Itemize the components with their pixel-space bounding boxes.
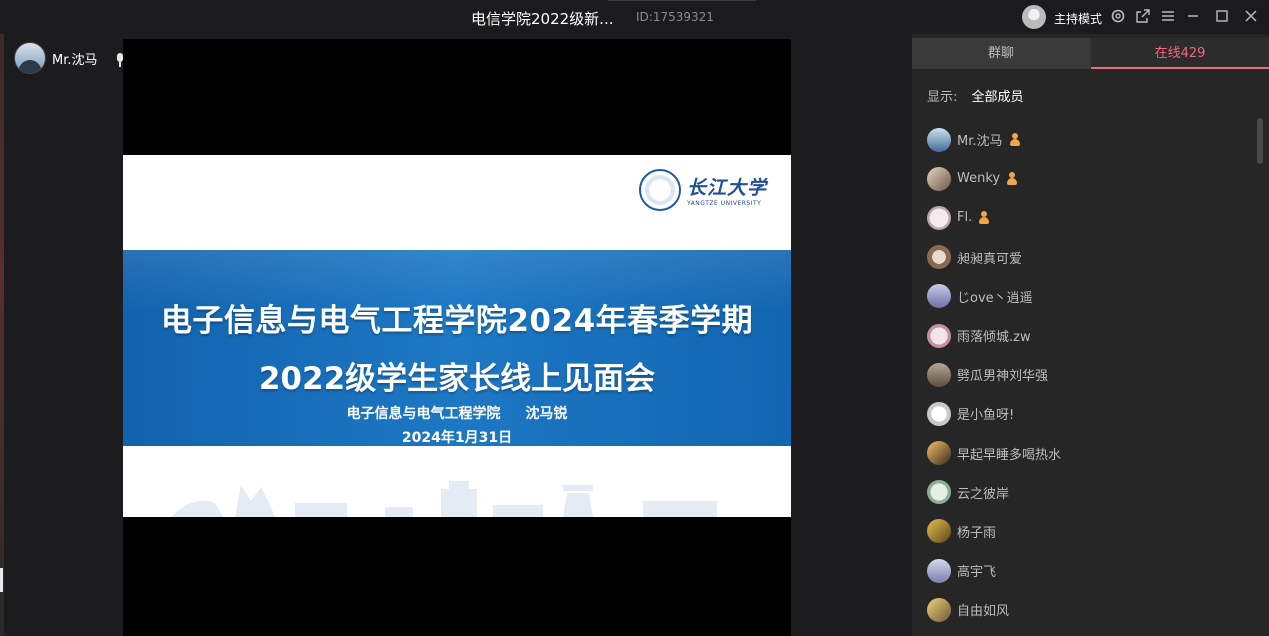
slide-date: 2024年1月31日	[401, 430, 513, 446]
filter-label: 显示:	[927, 90, 958, 105]
popout-icon[interactable]	[1134, 8, 1152, 26]
member-name: 杨子雨	[957, 525, 997, 541]
member-avatar	[927, 166, 951, 191]
member-filter: 显示: 全部成员	[927, 86, 1024, 105]
member-avatar	[927, 401, 951, 426]
presenter-department: 电子信息与电气工程学院	[346, 406, 501, 422]
member-avatar	[927, 323, 951, 348]
member-row[interactable]: 云之彼岸	[927, 473, 1247, 512]
member-avatar	[927, 441, 951, 466]
member-list-scrollbar[interactable]	[1257, 118, 1263, 164]
host-mode-label[interactable]: 主持模式	[1054, 10, 1102, 27]
window-title: 电信学院2022级新...	[471, 10, 614, 28]
slide-presenter: 电子信息与电气工程学院 沈马锐	[123, 403, 791, 423]
member-avatar	[927, 480, 951, 505]
member-avatar	[927, 284, 951, 309]
tab-online-members[interactable]: 在线429	[1091, 38, 1269, 69]
tab-group-chat[interactable]: 群聊	[912, 38, 1090, 69]
host-badge-icon	[978, 210, 990, 225]
member-name: 高宇飞	[957, 565, 997, 581]
member-row[interactable]: 劈瓜男神刘华强	[927, 355, 1247, 394]
member-row[interactable]: 早起早睡多喝热水	[927, 434, 1247, 473]
room-id: ID:17539321	[636, 10, 714, 24]
university-name-cn: 长江大学	[687, 177, 768, 199]
member-avatar	[927, 597, 951, 622]
member-name: 劈瓜男神刘华强	[957, 369, 1049, 385]
menu-icon[interactable]	[1159, 8, 1177, 26]
member-name: Mr.沈马	[957, 134, 1003, 150]
background-window-edge-highlight	[0, 568, 3, 592]
member-name: 昶昶真可爱	[957, 251, 1023, 267]
member-name: Fl.	[957, 210, 973, 226]
title-divider	[608, 0, 756, 1]
member-name: 早起早睡多喝热水	[957, 447, 1062, 463]
member-avatar	[927, 519, 951, 544]
member-avatar	[927, 558, 951, 583]
side-panel: 群聊 在线429 显示: 全部成员 Mr.沈马 Wenky Fl. 昶昶真可爱じove…	[912, 34, 1269, 636]
member-row[interactable]: Wenky	[927, 159, 1247, 198]
member-row[interactable]: 昶昶真可爱	[927, 238, 1247, 277]
maximize-icon[interactable]	[1213, 8, 1231, 26]
background-window-edge	[0, 34, 4, 636]
settings-gear-icon[interactable]	[1109, 8, 1127, 26]
current-speaker[interactable]: Mr.沈马	[14, 42, 98, 74]
close-icon[interactable]	[1242, 8, 1260, 26]
member-avatar	[927, 205, 951, 230]
member-name: 自由如风	[957, 604, 1010, 620]
member-row[interactable]: Fl.	[927, 198, 1247, 237]
panel-tabs: 群聊 在线429	[912, 38, 1269, 69]
university-name-en: YANGTZE UNIVERSITY	[687, 200, 762, 207]
member-row[interactable]: Mr.沈马	[927, 120, 1247, 159]
presenter-name: 沈马锐	[525, 406, 568, 422]
speaker-avatar	[14, 42, 46, 74]
slide-headline-line1: 电子信息与电气工程学院2024年春季学期	[160, 303, 754, 339]
title-bar: 电信学院2022级新... ID:17539321 主持模式	[0, 0, 1269, 34]
host-avatar[interactable]	[1022, 5, 1046, 29]
shared-screen: 长江大学 YANGTZE UNIVERSITY 电子信息与电气工程学院2024年…	[123, 39, 791, 636]
speaker-name: Mr.沈马	[52, 52, 98, 68]
member-list[interactable]: Mr.沈马 Wenky Fl. 昶昶真可爱じove丶逍遥 雨落倾城.zw 劈瓜男神刘华强是…	[927, 120, 1247, 636]
member-name: Wenky	[957, 171, 1001, 187]
member-name: 是小鱼呀!	[957, 408, 1015, 424]
member-row[interactable]: 是小鱼呀!	[927, 394, 1247, 433]
member-name: 雨落倾城.zw	[957, 330, 1031, 346]
member-row[interactable]: じove丶逍遥	[927, 277, 1247, 316]
member-avatar	[927, 127, 951, 152]
university-logo: 长江大学 YANGTZE UNIVERSITY	[639, 169, 767, 211]
filter-dropdown[interactable]: 全部成员	[972, 90, 1024, 105]
host-badge-icon	[1009, 132, 1021, 147]
presentation-slide: 长江大学 YANGTZE UNIVERSITY 电子信息与电气工程学院2024年…	[123, 155, 791, 517]
member-avatar	[927, 362, 951, 387]
member-row[interactable]: 雨落倾城.zw	[927, 316, 1247, 355]
member-row[interactable]: 杨子雨	[927, 512, 1247, 551]
member-name: 云之彼岸	[957, 486, 1010, 502]
campus-skyline-graphic	[171, 481, 717, 517]
university-seal-icon	[639, 169, 681, 211]
member-name: じove丶逍遥	[957, 290, 1033, 306]
member-row[interactable]: 高宇飞	[927, 551, 1247, 590]
member-avatar	[927, 245, 951, 270]
minimize-icon[interactable]	[1184, 8, 1202, 26]
member-row[interactable]: 自由如风	[927, 590, 1247, 629]
host-badge-icon	[1006, 171, 1018, 186]
slide-headline-line2: 2022级学生家长线上见面会	[258, 361, 656, 397]
